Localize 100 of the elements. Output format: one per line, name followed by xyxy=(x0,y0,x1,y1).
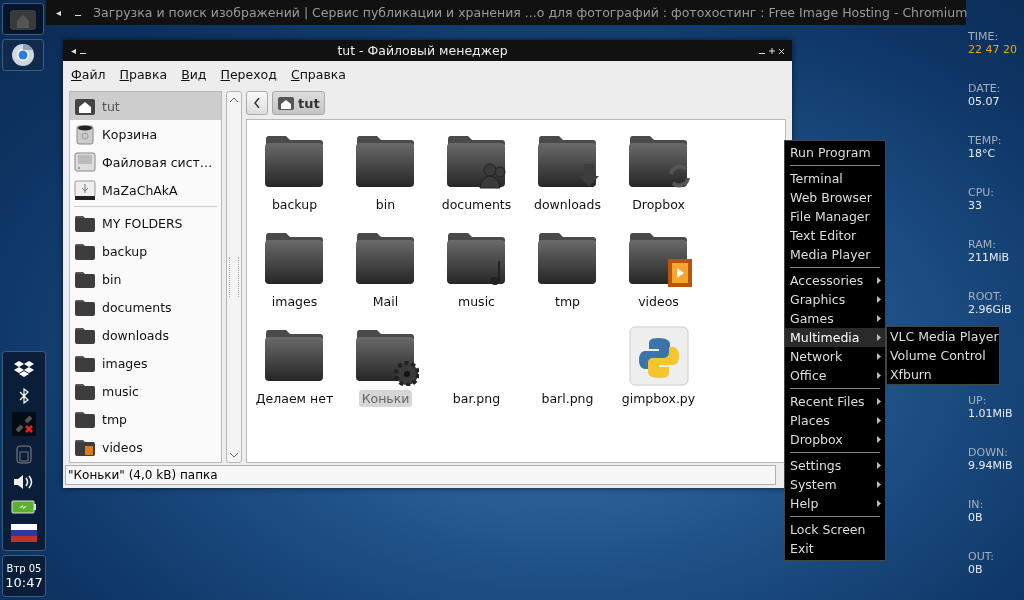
home-folder-icon xyxy=(277,95,295,111)
menu-item[interactable]: Games xyxy=(785,309,885,328)
menu-item[interactable]: Справка xyxy=(290,66,346,82)
stat-value: 2.96GiB xyxy=(968,303,1013,316)
window-title: Загрузка и поиск изображений | Сервис публикации и хранения ...о для фотографий : фотохостинг : Free Image Hosting - Chromium xyxy=(93,5,968,20)
chevron-down-icon xyxy=(230,452,238,458)
menu-item[interactable]: Recent Files xyxy=(785,392,885,411)
stat-value: 33 xyxy=(968,199,983,212)
clipboard-tray-button[interactable] xyxy=(14,442,34,466)
menu-item[interactable]: Network xyxy=(785,347,885,366)
stat-label: ROOT: xyxy=(968,290,1004,303)
scrollbar-grip[interactable] xyxy=(229,257,239,297)
file-name[interactable]: barl.png xyxy=(538,390,597,407)
keyboard-layout-tray-button[interactable] xyxy=(9,522,39,544)
window-title: tut - Файловый менеджер xyxy=(336,43,509,58)
sidebar-item[interactable]: documents xyxy=(70,293,221,321)
bluetooth-tray-button[interactable] xyxy=(17,386,31,406)
stat-value: 211MiB xyxy=(968,251,1011,264)
menu-item[interactable]: Multimedia xyxy=(785,328,885,347)
file-name[interactable]: Делаем нет xyxy=(252,390,337,407)
menu-item[interactable]: Правка xyxy=(119,66,168,82)
file-name[interactable]: gimpbox.py xyxy=(618,390,699,407)
sidebar-item[interactable]: images xyxy=(70,349,221,377)
chevron-left-icon xyxy=(254,98,260,108)
stat-label: UP: xyxy=(968,394,988,407)
menu-item[interactable]: Settings xyxy=(785,456,885,475)
menu-item[interactable]: Lock Screen xyxy=(785,520,885,539)
scrollbar[interactable] xyxy=(226,91,242,463)
menu-item[interactable]: Dropbox xyxy=(785,430,885,449)
window-menu-icon xyxy=(56,10,61,16)
sidebar-item[interactable]: tmp xyxy=(70,405,221,433)
file-name[interactable]: music xyxy=(455,293,498,310)
sidebar-item[interactable]: bin xyxy=(70,265,221,293)
folder-icon xyxy=(74,409,96,429)
menu-item[interactable]: Вид xyxy=(181,66,207,82)
maximize-button[interactable] xyxy=(767,45,777,56)
menu-item[interactable]: Media Player xyxy=(785,245,885,264)
menu-item[interactable]: Accessories xyxy=(785,271,885,290)
menu-item[interactable]: Web Browser xyxy=(785,188,885,207)
file-name[interactable]: downloads xyxy=(531,196,604,213)
folder-with-people-icon xyxy=(74,297,96,317)
menu-item[interactable]: Graphics xyxy=(785,290,885,309)
file-name[interactable]: backup xyxy=(268,196,321,213)
stat-label: DATE: xyxy=(968,82,1002,95)
browser-icon xyxy=(11,43,35,67)
battery-icon xyxy=(11,500,37,514)
flag-icon xyxy=(11,524,37,542)
sidebar-item[interactable]: Корзина xyxy=(70,120,221,148)
browser-launcher[interactable] xyxy=(2,39,44,71)
path-button[interactable]: tut xyxy=(272,91,325,115)
stat-value: 18°C xyxy=(968,147,997,160)
menu-item[interactable]: Run Program xyxy=(785,143,885,162)
folder-with-note-icon xyxy=(74,381,96,401)
menu-item[interactable]: Volume Control xyxy=(887,346,999,365)
home-folder-icon xyxy=(74,96,96,116)
sidebar-item[interactable]: MY FOLDERS xyxy=(70,209,221,237)
menu-item[interactable]: Xfburn xyxy=(887,365,999,384)
file-name[interactable]: tmp xyxy=(552,293,583,310)
sidebar-item[interactable]: backup xyxy=(70,237,221,265)
sidebar-item[interactable]: music xyxy=(70,377,221,405)
file-name[interactable]: Dropbox xyxy=(629,196,688,213)
file-name[interactable]: Коньки xyxy=(358,390,413,407)
menu-item[interactable]: Help xyxy=(785,494,885,513)
menu-item[interactable]: Переход xyxy=(220,66,277,82)
menu-item[interactable]: System xyxy=(785,475,885,494)
file-name[interactable]: documents xyxy=(438,196,515,213)
menu-item[interactable]: Places xyxy=(785,411,885,430)
file-name[interactable]: images xyxy=(268,293,321,310)
menu-item[interactable]: Файл xyxy=(71,66,106,82)
plus-icon xyxy=(769,47,775,54)
file-name[interactable]: bin xyxy=(372,196,399,213)
disconnected-plug-icon xyxy=(14,414,34,434)
stat-label: RAM: xyxy=(968,238,997,251)
sidebar-item[interactable]: MaZaChAkA xyxy=(70,176,221,204)
menu-item[interactable]: Office xyxy=(785,366,885,385)
sidebar-item[interactable]: tut xyxy=(70,92,221,120)
network-tray-button[interactable] xyxy=(12,412,36,436)
sidebar-item[interactable]: videos xyxy=(70,433,221,461)
file-name[interactable]: Mail xyxy=(369,293,402,310)
bluetooth-icon xyxy=(19,388,29,404)
file-name[interactable]: videos xyxy=(635,293,682,310)
taskbar-clock[interactable]: Втр 05 10:47 xyxy=(2,555,46,597)
stat-label: OUT: xyxy=(968,550,995,563)
menu-item[interactable]: File Manager xyxy=(785,207,885,226)
back-button[interactable] xyxy=(246,91,268,115)
minimize-icon xyxy=(80,52,86,54)
sidebar-item[interactable]: downloads xyxy=(70,321,221,349)
menu-item[interactable]: Text Editor xyxy=(785,226,885,245)
stat-value: 9.94MiB xyxy=(968,459,1014,472)
file-name[interactable]: bar.png xyxy=(449,390,504,407)
chevron-up-icon xyxy=(230,96,238,102)
menu-item[interactable]: Terminal xyxy=(785,169,885,188)
status-bar: "Коньки" (4,0 kB) папка xyxy=(65,465,776,485)
home-folder-icon xyxy=(8,7,38,31)
battery-tray-button[interactable] xyxy=(9,498,39,516)
window-menu-icon xyxy=(71,48,76,54)
menu-item[interactable]: VLC Media Player xyxy=(887,327,999,346)
drive-icon xyxy=(74,151,96,173)
sidebar-item[interactable]: Файловая сист… xyxy=(70,148,221,176)
menu-item[interactable]: Exit xyxy=(785,539,885,558)
